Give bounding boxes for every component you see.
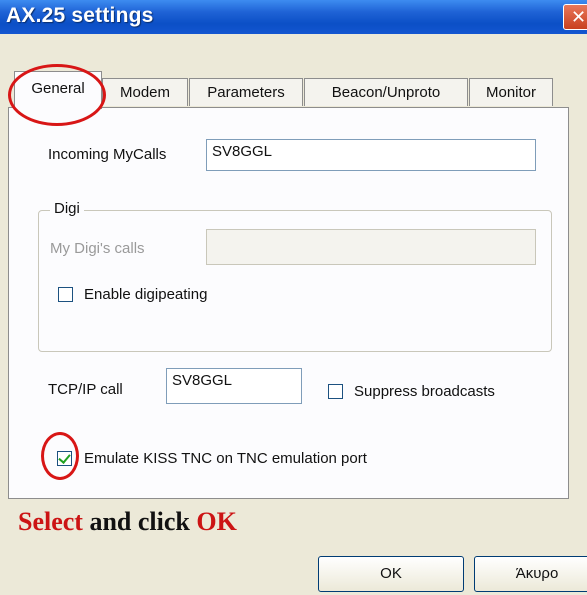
tab-monitor[interactable]: Monitor [469,78,553,106]
annotation-and-click: and click [82,507,197,536]
ax25-settings-dialog: AX.25 settings ✕ General Modem Parameter… [0,0,587,595]
tab-modem[interactable]: Modem [102,78,188,106]
digi-group-title: Digi [50,200,84,217]
tab-beacon-unproto[interactable]: Beacon/Unproto [304,78,468,106]
my-digis-calls-label: My Digi's calls [50,240,145,257]
title-bar[interactable]: AX.25 settings ✕ [0,0,587,34]
annotation-select: Select [18,507,83,536]
emulate-kiss-checkbox[interactable] [57,451,72,466]
tcpip-call-input[interactable]: SV8GGL [166,368,302,404]
tab-parameters[interactable]: Parameters [189,78,303,106]
ok-button[interactable]: OK [318,556,464,592]
window-title: AX.25 settings [6,4,154,27]
tab-general-label: General [31,80,85,97]
cancel-button[interactable]: Άκυρο [474,556,587,592]
enable-digipeating-checkbox[interactable] [58,287,73,302]
close-icon: ✕ [571,7,587,27]
close-button[interactable]: ✕ [563,4,587,30]
tab-modem-label: Modem [119,84,171,101]
annotation-ok: OK [196,507,237,536]
incoming-mycalls-input[interactable]: SV8GGL [206,139,536,171]
ok-button-label: OK [380,565,402,582]
enable-digipeating-label: Enable digipeating [84,286,208,303]
instruction-annotation: Select and click OK [18,507,237,537]
incoming-mycalls-label: Incoming MyCalls [48,146,167,163]
emulate-kiss-label: Emulate KISS TNC on TNC emulation port [84,450,367,467]
tab-general[interactable]: General [14,71,102,109]
tab-beacon-unproto-label: Beacon/Unproto [331,84,441,101]
tab-parameters-label: Parameters [207,84,285,101]
suppress-broadcasts-label: Suppress broadcasts [354,383,495,400]
suppress-broadcasts-checkbox[interactable] [328,384,343,399]
my-digis-calls-input[interactable] [206,229,536,265]
tab-monitor-label: Monitor [485,84,537,101]
tcpip-call-label: TCP/IP call [48,381,123,398]
cancel-button-label: Άκυρο [515,565,559,582]
